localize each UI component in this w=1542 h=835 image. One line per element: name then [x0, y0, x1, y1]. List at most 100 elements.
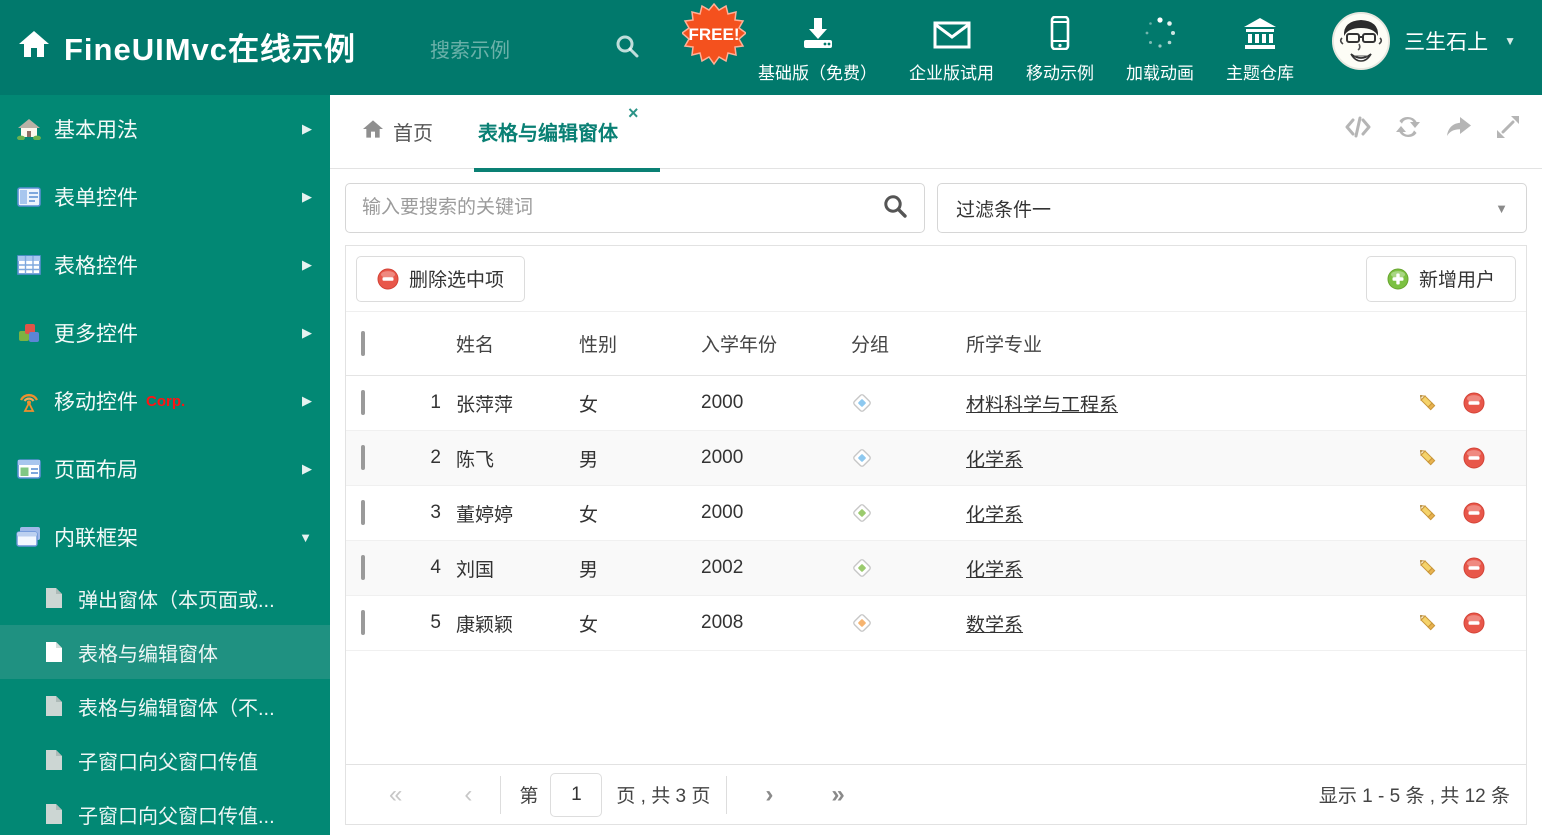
sidebar-subitem-grid-edit-window[interactable]: 表格与编辑窗体	[0, 625, 330, 679]
top-search[interactable]: 搜索示例	[430, 30, 640, 66]
refresh-icon[interactable]	[1394, 113, 1422, 141]
sidebar-item-form-controls[interactable]: 表单控件 ▶	[0, 163, 330, 231]
col-name: 姓名	[456, 335, 495, 356]
pagination-bar: « ‹ 第 页 , 共 3 页 › » 显示 1 - 5 条 , 共 12 条	[346, 764, 1526, 824]
sidebar-subitem-label: 子窗口向父窗口传值	[78, 751, 258, 774]
cell-group	[836, 612, 951, 634]
sidebar-item-mobile-controls[interactable]: 移动控件 Corp. ▶	[0, 367, 330, 435]
row-checkbox[interactable]	[361, 500, 365, 525]
nav-item-mobile-demo[interactable]: 移动示例	[1010, 12, 1110, 84]
cell-gender: 男	[579, 449, 599, 471]
chevron-right-icon: ▶	[302, 121, 312, 136]
file-icon	[44, 641, 64, 663]
free-badge: FREE!	[680, 2, 748, 66]
pager-last-icon[interactable]: »	[831, 782, 844, 807]
search-icon[interactable]	[882, 193, 908, 224]
page-number-input[interactable]	[550, 772, 603, 817]
file-icon	[44, 695, 64, 717]
sidebar-subitem-child-to-parent-2[interactable]: 子窗口向父窗口传值...	[0, 787, 330, 835]
nav-item-enterprise-trial[interactable]: 企业版试用	[893, 12, 1010, 84]
edit-pencil-icon[interactable]	[1417, 392, 1439, 414]
share-icon[interactable]	[1444, 113, 1472, 141]
source-code-icon[interactable]	[1344, 113, 1372, 141]
table-row: 1 张萍萍 女 2000 材料科学与工程系	[346, 376, 1526, 431]
major-link[interactable]: 数学系	[966, 615, 1023, 636]
delete-selected-button[interactable]: 删除选中项	[356, 255, 526, 302]
row-index: 1	[430, 392, 441, 413]
search-icon[interactable]	[614, 33, 640, 64]
sidebar-subitem-grid-edit-window-2[interactable]: 表格与编辑窗体（不...	[0, 679, 330, 733]
row-index: 3	[430, 502, 441, 523]
row-checkbox[interactable]	[361, 555, 365, 580]
delete-row-icon[interactable]	[1463, 612, 1485, 634]
keyword-search-box[interactable]	[345, 183, 925, 233]
cell-group	[836, 392, 951, 414]
sidebar-item-more-controls[interactable]: 更多控件 ▶	[0, 299, 330, 367]
tab-toolbar	[1344, 113, 1522, 141]
sidebar-item-inline-frame[interactable]: 内联框架 ▼	[0, 503, 330, 571]
sidebar-subitem-child-to-parent[interactable]: 子窗口向父窗口传值	[0, 733, 330, 787]
delete-row-icon[interactable]	[1463, 447, 1485, 469]
delete-row-icon[interactable]	[1463, 502, 1485, 524]
chevron-right-icon: ▶	[302, 257, 312, 272]
nav-item-basic-edition[interactable]: 基础版（免费）	[742, 12, 893, 84]
close-icon[interactable]: ×	[628, 103, 639, 124]
brand[interactable]: FineUIMvc在线示例	[18, 24, 356, 69]
edit-pencil-icon[interactable]	[1417, 612, 1439, 634]
delete-row-icon[interactable]	[1463, 392, 1485, 414]
pager-first-icon[interactable]: «	[389, 782, 402, 807]
edit-pencil-icon[interactable]	[1417, 557, 1439, 579]
sidebar-item-label: 更多控件	[54, 323, 138, 346]
cell-name: 张萍萍	[456, 394, 514, 416]
cell-gender: 男	[579, 559, 599, 581]
row-checkbox[interactable]	[361, 445, 365, 470]
select-all-checkbox[interactable]	[361, 330, 365, 356]
sidebar-submenu: 弹出窗体（本页面或... 表格与编辑窗体 表格与编辑窗体（不... 子窗口向父窗…	[0, 571, 330, 835]
cell-group	[836, 502, 951, 524]
pager-next-icon[interactable]: ›	[765, 782, 773, 807]
filter-dropdown-value: 过滤条件一	[956, 199, 1052, 221]
major-link[interactable]: 化学系	[966, 450, 1023, 471]
add-user-label: 新增用户	[1418, 270, 1495, 291]
edit-pencil-icon[interactable]	[1417, 502, 1439, 524]
chevron-right-icon: ▶	[302, 189, 312, 204]
file-icon	[44, 587, 64, 609]
row-checkbox[interactable]	[361, 390, 365, 415]
sidebar-item-label: 表单控件	[54, 187, 138, 210]
add-user-button[interactable]: 新增用户	[1365, 255, 1516, 302]
major-link[interactable]: 化学系	[966, 560, 1023, 581]
major-link[interactable]: 材料科学与工程系	[966, 395, 1118, 416]
delete-row-icon[interactable]	[1463, 557, 1485, 579]
row-index: 4	[430, 557, 441, 578]
sidebar-item-page-layout[interactable]: 页面布局 ▶	[0, 435, 330, 503]
tab-home[interactable]: 首页	[362, 117, 433, 146]
home-icon	[18, 29, 50, 64]
grid-toolbar: 删除选中项 新增用户	[346, 246, 1526, 312]
delete-selected-label: 删除选中项	[409, 270, 505, 291]
keyword-search-input[interactable]	[362, 197, 882, 219]
sidebar-item-grid-controls[interactable]: 表格控件 ▶	[0, 231, 330, 299]
nav-label: 加载动画	[1126, 64, 1194, 83]
sidebar-item-basic-usage[interactable]: 基本用法 ▶	[0, 95, 330, 163]
chevron-down-icon: ▼	[1504, 34, 1516, 48]
pager-prev-icon[interactable]: ‹	[464, 782, 472, 807]
sidebar-item-label: 内联框架	[54, 527, 138, 550]
envelope-icon	[933, 12, 971, 50]
tab-grid-edit-window[interactable]: 表格与编辑窗体	[474, 117, 660, 172]
user-menu[interactable]: 三生石上 ▼	[1332, 12, 1516, 70]
nav-item-loading-animation[interactable]: 加载动画	[1110, 12, 1210, 84]
nav-item-theme-repo[interactable]: 主题仓库	[1210, 12, 1310, 84]
grid-panel: 删除选中项 新增用户 姓名 性别 入学年份 分组 所学专业 1 张萍萍 女 20…	[345, 245, 1527, 825]
filter-dropdown[interactable]: 过滤条件一 ▼	[937, 183, 1527, 233]
row-checkbox[interactable]	[361, 610, 365, 635]
edit-pencil-icon[interactable]	[1417, 447, 1439, 469]
cell-gender: 女	[579, 614, 599, 636]
sidebar-item-label: 表格控件	[54, 255, 138, 278]
sidebar: 基本用法 ▶ 表单控件 ▶ 表格控件 ▶ 更多控件 ▶ 移动控件 Corp. ▶…	[0, 95, 330, 835]
frames-icon	[16, 525, 42, 549]
nav-label: 主题仓库	[1226, 64, 1294, 83]
major-link[interactable]: 化学系	[966, 505, 1023, 526]
sidebar-subitem-popup-window[interactable]: 弹出窗体（本页面或...	[0, 571, 330, 625]
antenna-icon	[16, 389, 42, 413]
expand-icon[interactable]	[1494, 113, 1522, 141]
